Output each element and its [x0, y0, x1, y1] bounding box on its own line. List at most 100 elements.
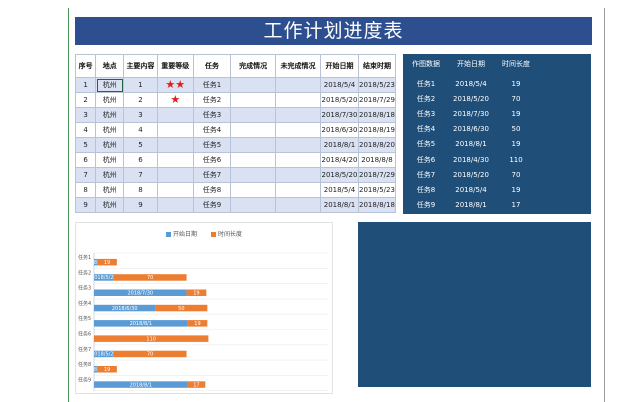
header-no[interactable]: 序号 — [74, 54, 97, 78]
side-cell[interactable]: 19 — [497, 107, 535, 121]
cell-undone[interactable] — [275, 167, 321, 183]
cell-stars[interactable] — [156, 137, 194, 153]
cell-task[interactable]: 任务9 — [192, 197, 232, 213]
cell-place[interactable]: 杭州 — [95, 197, 125, 213]
cell-content[interactable]: 1 — [123, 77, 158, 93]
side-cell[interactable]: 2018/6/30 — [449, 122, 493, 136]
side-cell[interactable]: 2018/8/1 — [449, 137, 493, 151]
gantt-chart[interactable]: 开始日期 时间长度 任务1 2018/5/4 19 任务2 2018/5/20 70 任务3… — [75, 222, 333, 394]
cell-stars[interactable] — [156, 107, 194, 123]
cell-stars[interactable] — [156, 197, 194, 213]
cell-start[interactable]: 2018/6/30 — [320, 122, 359, 138]
side-cell[interactable]: 任务2 — [409, 92, 443, 106]
cell-place[interactable]: 杭州 — [95, 167, 125, 183]
cell-content[interactable]: 9 — [123, 197, 158, 213]
cell-place[interactable]: 杭州 — [95, 107, 125, 123]
side-cell[interactable]: 2018/8/1 — [449, 198, 493, 212]
side-cell[interactable]: 50 — [497, 122, 535, 136]
cell-done[interactable] — [230, 152, 277, 168]
side-cell[interactable]: 70 — [497, 168, 535, 182]
spreadsheet-canvas[interactable]: 工作计划进度表 序号 地点 主要内容 重要等级 任务 完成情况 未完成情况 开始… — [0, 0, 640, 402]
cell-done[interactable] — [230, 122, 277, 138]
cell-done[interactable] — [230, 77, 277, 93]
cell-start[interactable]: 2018/5/4 — [320, 77, 359, 93]
side-header-cell[interactable]: 时间长度 — [497, 57, 535, 71]
cell-content[interactable]: 7 — [123, 167, 158, 183]
cell-task[interactable]: 任务5 — [192, 137, 232, 153]
side-cell[interactable]: 任务1 — [409, 77, 443, 91]
side-cell[interactable]: 任务8 — [409, 183, 443, 197]
cell-start[interactable]: 2018/8/1 — [320, 197, 359, 213]
cell-start[interactable]: 2018/8/1 — [320, 137, 359, 153]
cell-content[interactable]: 5 — [123, 137, 158, 153]
cell-task[interactable]: 任务2 — [192, 92, 232, 108]
header-task[interactable]: 任务 — [192, 54, 232, 78]
cell-place[interactable]: 杭州 — [95, 92, 125, 108]
side-cell[interactable]: 2018/5/20 — [449, 92, 493, 106]
cell-no[interactable]: 3 — [74, 107, 97, 123]
header-start[interactable]: 开始日期 — [320, 54, 359, 78]
cell-undone[interactable] — [275, 197, 321, 213]
cell-no[interactable]: 4 — [74, 122, 97, 138]
side-cell[interactable]: 19 — [497, 183, 535, 197]
cell-done[interactable] — [230, 182, 277, 198]
header-content[interactable]: 主要内容 — [123, 54, 158, 78]
cell-end[interactable]: 2018/7/29 — [357, 92, 397, 108]
side-cell[interactable]: 任务3 — [409, 107, 443, 121]
side-cell[interactable]: 110 — [497, 153, 535, 167]
cell-done[interactable] — [230, 167, 277, 183]
cell-stars[interactable] — [156, 152, 194, 168]
cell-end[interactable]: 2018/7/29 — [357, 167, 397, 183]
cell-end[interactable]: 2018/8/18 — [357, 107, 397, 123]
cell-no[interactable]: 7 — [74, 167, 97, 183]
cell-done[interactable] — [230, 197, 277, 213]
cell-done[interactable] — [230, 92, 277, 108]
cell-task[interactable]: 任务1 — [192, 77, 232, 93]
cell-end[interactable]: 2018/8/18 — [357, 197, 397, 213]
cell-undone[interactable] — [275, 92, 321, 108]
cell-no[interactable]: 9 — [74, 197, 97, 213]
cell-end[interactable]: 2018/8/20 — [357, 137, 397, 153]
cell-start[interactable]: 2018/5/20 — [320, 167, 359, 183]
header-done[interactable]: 完成情况 — [230, 54, 277, 78]
cell-stars[interactable] — [156, 122, 194, 138]
cell-place[interactable]: 杭州 — [95, 77, 125, 93]
cell-start[interactable]: 2018/5/4 — [320, 182, 359, 198]
cell-undone[interactable] — [275, 107, 321, 123]
cell-undone[interactable] — [275, 122, 321, 138]
side-cell[interactable]: 19 — [497, 77, 535, 91]
cell-no[interactable]: 5 — [74, 137, 97, 153]
cell-end[interactable]: 2018/8/19 — [357, 122, 397, 138]
header-level[interactable]: 重要等级 — [156, 54, 194, 78]
side-cell[interactable]: 2018/5/20 — [449, 168, 493, 182]
cell-end[interactable]: 2018/5/23 — [357, 182, 397, 198]
cell-done[interactable] — [230, 137, 277, 153]
side-cell[interactable]: 70 — [497, 92, 535, 106]
side-cell[interactable]: 任务5 — [409, 137, 443, 151]
cell-no[interactable]: 1 — [74, 77, 97, 93]
side-cell[interactable]: 2018/7/30 — [449, 107, 493, 121]
cell-task[interactable]: 任务3 — [192, 107, 232, 123]
side-header-cell[interactable]: 作图数据 — [409, 57, 443, 71]
cell-start[interactable]: 2018/7/30 — [320, 107, 359, 123]
cell-undone[interactable] — [275, 182, 321, 198]
header-undone[interactable]: 未完成情况 — [275, 54, 321, 78]
cell-end[interactable]: 2018/8/8 — [357, 152, 397, 168]
cell-task[interactable]: 任务8 — [192, 182, 232, 198]
side-cell[interactable]: 17 — [497, 198, 535, 212]
side-cell[interactable]: 19 — [497, 137, 535, 151]
header-end[interactable]: 结束时期 — [357, 54, 397, 78]
cell-content[interactable]: 8 — [123, 182, 158, 198]
side-cell[interactable]: 任务7 — [409, 168, 443, 182]
cell-task[interactable]: 任务6 — [192, 152, 232, 168]
cell-start[interactable]: 2018/4/20 — [320, 152, 359, 168]
cell-place[interactable]: 杭州 — [95, 182, 125, 198]
side-cell[interactable]: 2018/4/30 — [449, 153, 493, 167]
side-cell[interactable]: 2018/5/4 — [449, 183, 493, 197]
side-cell[interactable]: 任务9 — [409, 198, 443, 212]
cell-content[interactable]: 2 — [123, 92, 158, 108]
side-cell[interactable]: 任务6 — [409, 153, 443, 167]
cell-task[interactable]: 任务7 — [192, 167, 232, 183]
cell-done[interactable] — [230, 107, 277, 123]
cell-content[interactable]: 4 — [123, 122, 158, 138]
